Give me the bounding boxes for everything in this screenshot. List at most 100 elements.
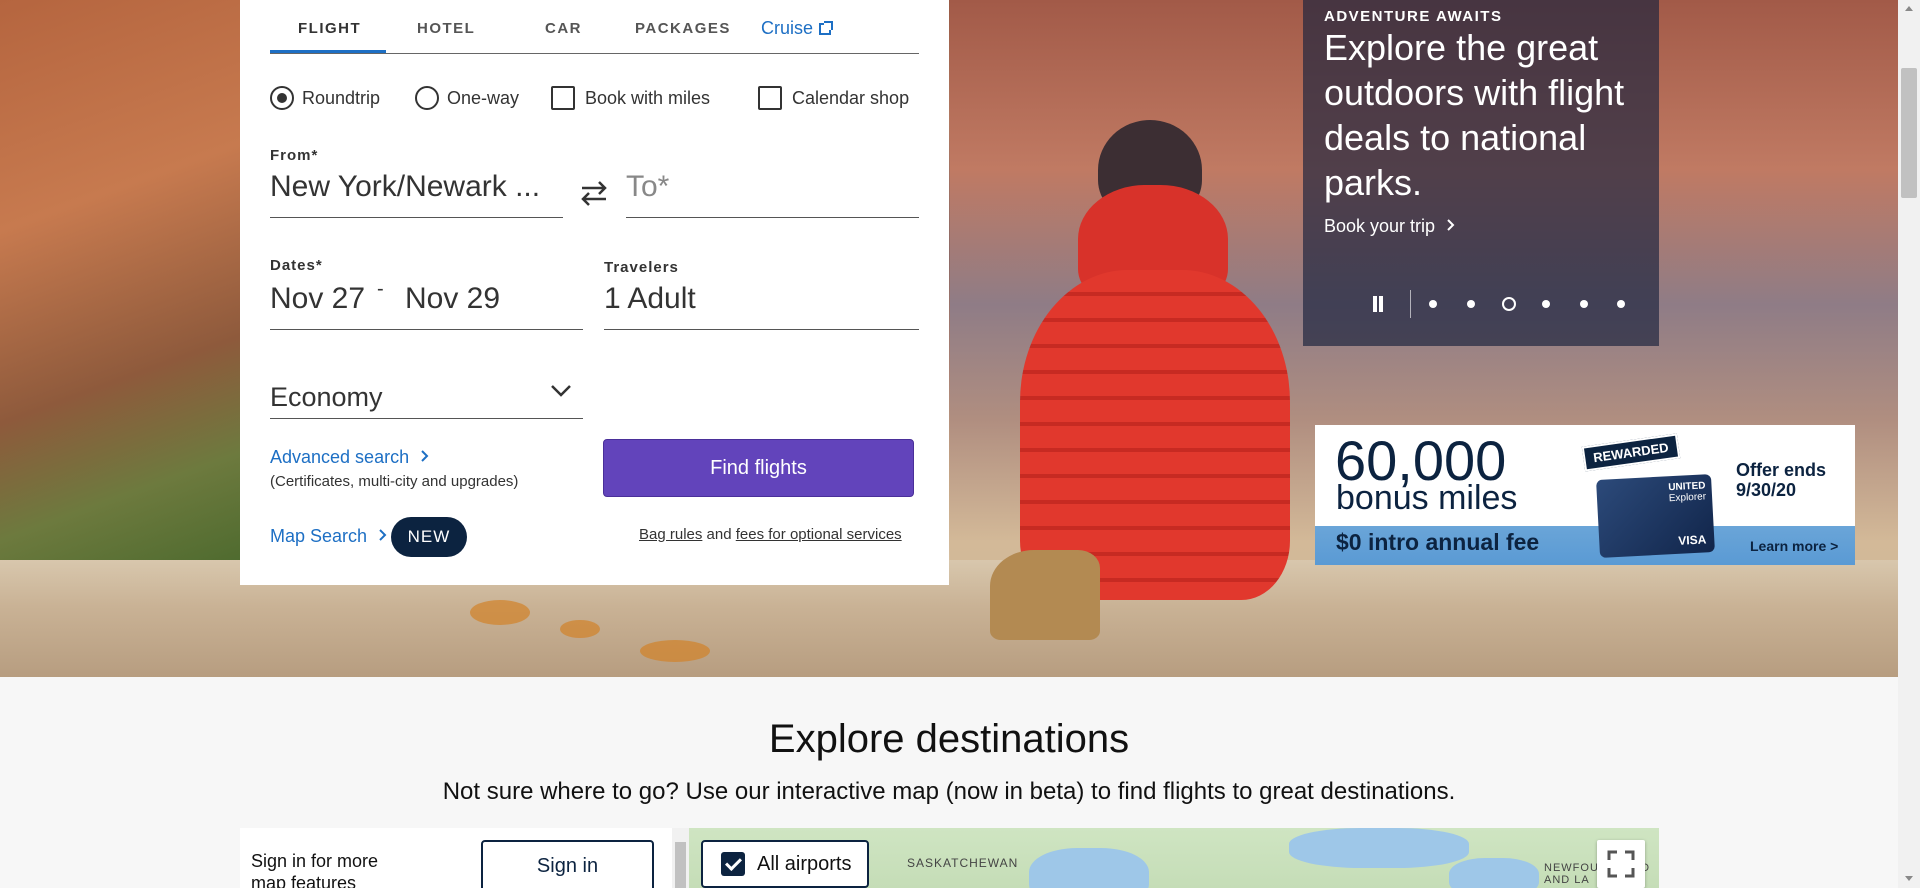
- promo-eyebrow: ADVENTURE AWAITS: [1324, 8, 1503, 25]
- chevron-right-icon: [1447, 219, 1455, 231]
- return-date-input[interactable]: Nov 29: [405, 282, 500, 316]
- sidebar-scrollbar[interactable]: [672, 828, 689, 888]
- calendar-shop-option[interactable]: Calendar shop: [758, 84, 909, 112]
- offer-end-text: Offer ends 9/30/20: [1736, 460, 1827, 500]
- advanced-search-note: (Certificates, multi-city and upgrades): [270, 473, 519, 490]
- checkbox-checked-icon[interactable]: [721, 852, 745, 876]
- travelers-input[interactable]: 1 Adult: [604, 282, 696, 316]
- map-lake: [1029, 848, 1149, 888]
- tab-flight[interactable]: FLIGHT: [298, 20, 361, 37]
- cabin-underline: [270, 418, 583, 419]
- hero-hiker: [990, 120, 1310, 640]
- book-your-trip-link[interactable]: Book your trip: [1324, 216, 1456, 237]
- carousel-dot[interactable]: [1429, 300, 1437, 308]
- bag-rules-link[interactable]: Bag rules: [639, 526, 702, 543]
- fullscreen-icon: [1607, 850, 1635, 878]
- roundtrip-radio[interactable]: [270, 86, 294, 110]
- carousel-divider: [1410, 290, 1411, 318]
- map-sidebar: Sign in for more map features Sign in: [240, 828, 689, 888]
- advanced-search-link[interactable]: Advanced search: [270, 447, 430, 468]
- chevron-right-icon: [379, 529, 387, 541]
- rewarded-badge: REWARDED: [1581, 433, 1681, 472]
- fullscreen-button[interactable]: [1597, 840, 1645, 888]
- card-network: VISA: [1677, 532, 1707, 548]
- date-separator: -: [377, 278, 384, 300]
- oneway-option[interactable]: One-way: [415, 84, 519, 112]
- to-underline: [626, 217, 919, 218]
- annual-fee-text: $0 intro annual fee: [1336, 529, 1540, 555]
- roundtrip-label: Roundtrip: [302, 87, 381, 108]
- bag-rules-text: Bag rules and fees for optional services: [639, 526, 902, 543]
- pause-icon[interactable]: [1371, 296, 1385, 312]
- tab-car[interactable]: CAR: [545, 20, 582, 37]
- tab-packages[interactable]: PACKAGES: [635, 20, 731, 37]
- credit-card-ad[interactable]: 60,000 bonus miles $0 intro annual fee R…: [1315, 425, 1855, 565]
- chevron-down-icon[interactable]: [550, 384, 572, 398]
- hero-lichen: [470, 600, 530, 625]
- to-input[interactable]: To*: [626, 170, 669, 204]
- from-label: From*: [270, 147, 319, 164]
- cabin-select[interactable]: Economy: [270, 382, 383, 413]
- carousel-dot[interactable]: [1467, 300, 1475, 308]
- map-lake: [1289, 828, 1469, 868]
- active-tab-indicator: [270, 50, 386, 53]
- dates-underline: [270, 329, 583, 330]
- book-your-trip-label: Book your trip: [1324, 216, 1436, 236]
- scroll-down-arrow-icon[interactable]: [1905, 876, 1913, 881]
- calendar-shop-label: Calendar shop: [792, 87, 910, 108]
- scroll-up-arrow-icon[interactable]: [1905, 6, 1913, 11]
- map-lake: [1449, 858, 1539, 888]
- promo-headline: Explore the great outdoors with flight d…: [1324, 27, 1625, 203]
- travelers-label: Travelers: [604, 259, 679, 276]
- oneway-label: One-way: [447, 87, 520, 108]
- map-label-saskatchewan: SASKATCHEWAN: [907, 856, 1019, 870]
- book-with-miles-label: Book with miles: [585, 87, 711, 108]
- advanced-search-label: Advanced search: [270, 447, 410, 467]
- chevron-right-icon: [421, 450, 429, 462]
- scrollbar-thumb[interactable]: [1901, 68, 1917, 198]
- hero-lichen: [640, 640, 710, 662]
- oneway-radio[interactable]: [415, 86, 439, 110]
- destination-map[interactable]: SASKATCHEWAN NEWFOUNDLAND AND LA All air…: [689, 828, 1659, 888]
- explore-subtitle: Not sure where to go? Use our interactiv…: [442, 778, 1456, 805]
- carousel-dot-active[interactable]: [1502, 297, 1516, 311]
- booking-widget: FLIGHT HOTEL CAR PACKAGES Cruise Roundtr…: [240, 0, 949, 585]
- tab-cruise[interactable]: Cruise: [761, 18, 834, 39]
- sign-in-button[interactable]: Sign in: [481, 840, 654, 888]
- tab-cruise-label: Cruise: [761, 18, 814, 38]
- from-input[interactable]: New York/Newark ...: [270, 170, 540, 204]
- credit-card-image: UNITED Explorer VISA: [1596, 474, 1715, 558]
- dates-label: Dates*: [270, 257, 323, 274]
- carousel-dot[interactable]: [1580, 300, 1588, 308]
- tab-hotel[interactable]: HOTEL: [417, 20, 475, 37]
- signin-prompt: Sign in for more map features: [251, 851, 379, 888]
- hero-lichen: [560, 620, 600, 638]
- carousel-dot[interactable]: [1617, 300, 1625, 308]
- map-label-newfoundland: NEWFOUNDLAND AND LA: [1544, 862, 1649, 886]
- swap-icon[interactable]: [578, 178, 610, 208]
- book-with-miles-option[interactable]: Book with miles: [551, 84, 710, 112]
- carousel-dot[interactable]: [1542, 300, 1550, 308]
- calendar-shop-checkbox[interactable]: [758, 86, 782, 110]
- new-badge: NEW: [391, 517, 467, 557]
- bag-rules-joiner: and: [706, 526, 732, 543]
- all-airports-label: All airports: [757, 852, 852, 875]
- promo-panel: ADVENTURE AWAITS Explore the great outdo…: [1303, 0, 1659, 346]
- booking-tabs: FLIGHT HOTEL CAR PACKAGES Cruise: [270, 0, 919, 54]
- external-link-icon: [819, 21, 834, 35]
- depart-date-input[interactable]: Nov 27: [270, 282, 365, 316]
- map-search-link[interactable]: Map Search: [270, 526, 388, 547]
- book-with-miles-checkbox[interactable]: [551, 86, 575, 110]
- find-flights-button[interactable]: Find flights: [603, 439, 914, 497]
- map-search-label: Map Search: [270, 526, 368, 546]
- bonus-unit: bonus miles: [1336, 479, 1518, 517]
- travelers-underline: [604, 329, 919, 330]
- optional-fees-link[interactable]: fees for optional services: [736, 526, 902, 543]
- roundtrip-option[interactable]: Roundtrip: [270, 84, 380, 112]
- explore-title: Explore destinations: [768, 717, 1130, 761]
- learn-more-link[interactable]: Learn more >: [1750, 538, 1838, 554]
- carousel-controls: [1371, 290, 1631, 318]
- all-airports-toggle[interactable]: All airports: [701, 840, 869, 888]
- page-scrollbar[interactable]: [1898, 0, 1920, 888]
- from-underline: [270, 217, 563, 218]
